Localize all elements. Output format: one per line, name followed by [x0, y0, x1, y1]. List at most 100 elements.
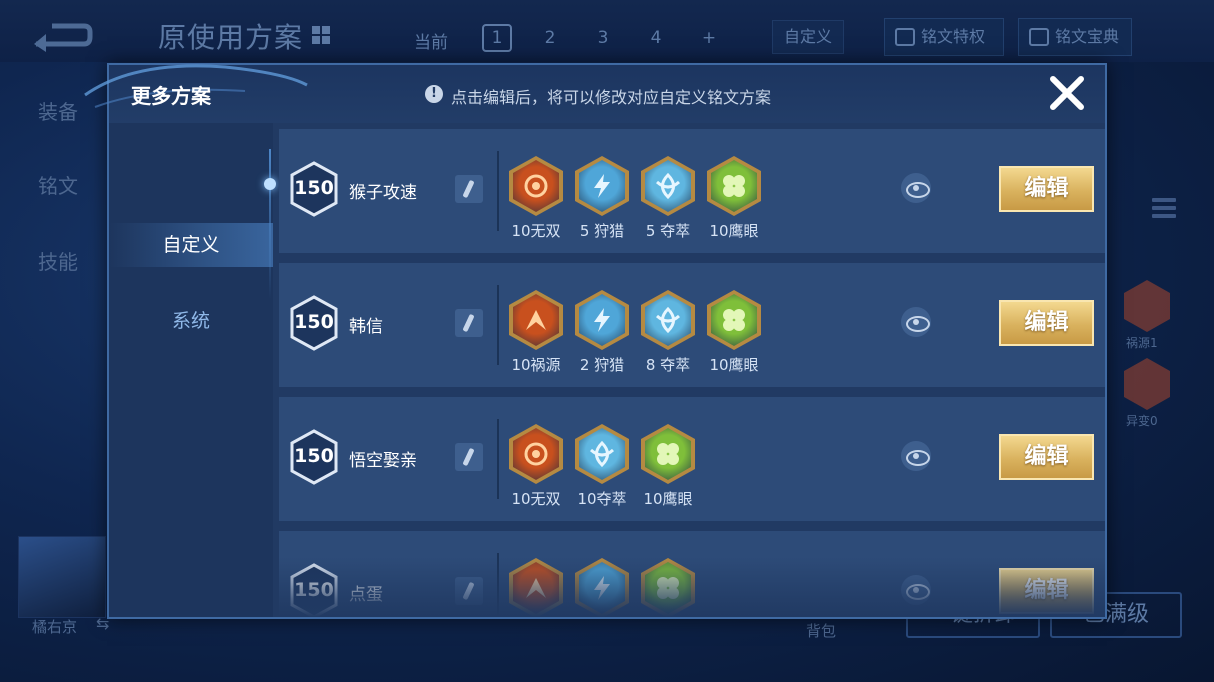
row-divider — [497, 285, 499, 365]
dialog-header: 更多方案 ! 点击编辑后，将可以修改对应自定义铭文方案 — [84, 64, 1105, 123]
bolt-icon — [594, 174, 610, 198]
sidebar-indicator-line — [269, 149, 271, 299]
rune-icon[interactable] — [509, 156, 563, 216]
edit-button[interactable]: 编辑 — [999, 166, 1094, 212]
clover-icon — [657, 443, 679, 465]
codex-label: 铭文宝典 — [1055, 27, 1120, 46]
privilege-label: 铭文特权 — [921, 27, 986, 46]
bag-label[interactable]: 背包 — [806, 620, 836, 641]
plan-category-sidebar: 自定义 系统 — [109, 123, 273, 617]
rune-icon[interactable] — [707, 156, 761, 216]
grid-icon[interactable] — [312, 26, 330, 44]
level-badge: 150 — [289, 563, 339, 617]
level-value: 150 — [294, 445, 334, 467]
knot-icon — [655, 172, 681, 200]
crown-icon — [895, 28, 915, 46]
plan-name: 点蛋 — [349, 585, 383, 605]
left-tab-runes[interactable]: 铭文 — [38, 170, 78, 199]
bolt-icon — [594, 576, 610, 600]
preview-eye-icon[interactable] — [901, 441, 931, 471]
edit-button[interactable]: 编辑 — [999, 300, 1094, 346]
level-badge: 150 — [289, 295, 339, 351]
rune-icon[interactable] — [641, 424, 695, 484]
add-page-button[interactable]: + — [694, 24, 724, 52]
close-icon[interactable] — [1047, 73, 1087, 113]
rune-icon[interactable] — [575, 558, 629, 617]
rune-count-label: 祸源1 — [1126, 336, 1158, 350]
level-value: 150 — [294, 311, 334, 333]
clover-icon — [723, 175, 745, 197]
rune-icon[interactable] — [575, 424, 629, 484]
preview-eye-icon[interactable] — [901, 575, 931, 605]
clover-icon — [657, 577, 679, 599]
knot-icon — [589, 440, 615, 468]
preview-eye-icon[interactable] — [901, 307, 931, 337]
rename-pen-icon[interactable] — [455, 175, 483, 203]
plan-list[interactable]: 150 猴子攻速 10无双 5 狩猎 5 夺萃 10鹰眼 编辑 150 韩信 1… — [279, 129, 1105, 617]
tab-custom[interactable]: 自定义 — [109, 223, 273, 267]
edit-button[interactable]: 编辑 — [999, 568, 1094, 614]
clover-icon — [723, 309, 745, 331]
rune-icon[interactable] — [641, 156, 695, 216]
plan-name: 韩信 — [349, 317, 383, 337]
edit-button[interactable]: 编辑 — [999, 434, 1094, 480]
dialog-hint: 点击编辑后，将可以修改对应自定义铭文方案 — [451, 88, 772, 107]
list-menu-icon[interactable] — [1152, 198, 1176, 226]
hero-portrait[interactable] — [18, 536, 106, 618]
level-badge: 150 — [289, 161, 339, 217]
plan-row: 150 猴子攻速 10无双 5 狩猎 5 夺萃 10鹰眼 编辑 — [279, 129, 1105, 253]
privilege-button[interactable]: 铭文特权 — [884, 18, 1004, 56]
page-button-3[interactable]: 3 — [588, 24, 618, 52]
rename-pen-icon[interactable] — [455, 577, 483, 605]
rune-label: 10鹰眼 — [709, 222, 759, 240]
codex-button[interactable]: 铭文宝典 — [1018, 18, 1132, 56]
left-tab-equipment[interactable]: 装备 — [38, 96, 78, 125]
book-icon — [1029, 28, 1049, 46]
rune-icon[interactable] — [575, 290, 629, 350]
tab-system[interactable]: 系统 — [109, 299, 273, 343]
rune-icon[interactable] — [641, 558, 695, 617]
info-icon: ! — [425, 85, 443, 103]
plan-name: 猴子攻速 — [349, 183, 417, 203]
page-button-2[interactable]: 2 — [535, 24, 565, 52]
hero-name: 橘右京 — [32, 618, 78, 636]
rose-icon — [524, 442, 548, 466]
row-divider — [497, 553, 499, 617]
back-arrow-icon[interactable] — [30, 18, 94, 54]
plan-row: 150 点蛋 编辑 — [279, 531, 1105, 617]
rune-icon[interactable] — [509, 424, 563, 484]
bolt-icon — [594, 308, 610, 332]
rune-icon[interactable] — [641, 290, 695, 350]
left-tab-skills[interactable]: 技能 — [38, 246, 78, 275]
plan-row: 150 悟空娶亲 10无双 10夺萃 10鹰眼 编辑 — [279, 397, 1105, 521]
knot-icon — [655, 306, 681, 334]
flame-icon — [526, 310, 546, 330]
rename-pen-icon[interactable] — [455, 309, 483, 337]
current-label: 当前 — [414, 33, 448, 53]
rune-icon[interactable] — [707, 290, 761, 350]
level-value: 150 — [294, 177, 334, 199]
dialog-title: 更多方案 — [131, 84, 211, 108]
rune-count-label: 异变0 — [1126, 414, 1158, 428]
sidebar-indicator-dot — [264, 178, 276, 190]
rune-label: 10鹰眼 — [709, 356, 759, 374]
level-value: 150 — [294, 579, 334, 601]
rune-label: 10鹰眼 — [643, 490, 693, 508]
rune-icon[interactable] — [509, 290, 563, 350]
flame-icon — [526, 578, 546, 598]
row-divider — [497, 419, 499, 499]
rename-pen-icon[interactable] — [455, 443, 483, 471]
page-title: 原使用方案 — [158, 21, 304, 54]
plan-name: 悟空娶亲 — [349, 451, 417, 471]
custom-button[interactable]: 自定义 — [772, 20, 844, 54]
page-button-4[interactable]: 4 — [641, 24, 671, 52]
plan-row: 150 韩信 10祸源 2 狩猎 8 夺萃 10鹰眼 编辑 — [279, 263, 1105, 387]
level-badge: 150 — [289, 429, 339, 485]
rune-icon[interactable] — [509, 558, 563, 617]
rose-icon — [524, 174, 548, 198]
preview-eye-icon[interactable] — [901, 173, 931, 203]
more-plans-dialog: 更多方案 ! 点击编辑后，将可以修改对应自定义铭文方案 自定义 系统 150 猴子… — [84, 63, 1107, 619]
row-divider — [497, 151, 499, 231]
rune-icon[interactable] — [575, 156, 629, 216]
page-button-1[interactable]: 1 — [482, 24, 512, 52]
